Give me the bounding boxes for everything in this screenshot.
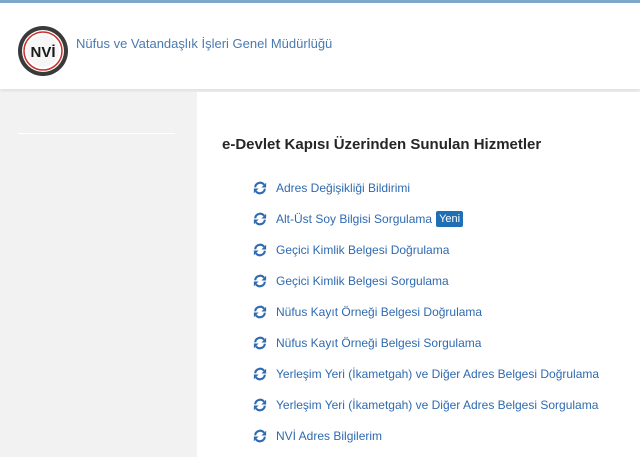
service-list: Adres Değişikliği Bildirimi Alt-Üst Soy …	[253, 172, 599, 451]
service-link-yerlesim-yeri-sorgulama[interactable]: Yerleşim Yeri (İkametgah) ve Diğer Adres…	[253, 389, 599, 420]
sidebar-divider	[18, 133, 175, 134]
main-content: e-Devlet Kapısı Üzerinden Sunulan Hizmet…	[197, 92, 640, 457]
org-title[interactable]: Nüfus ve Vatandaşlık İşleri Genel Müdürl…	[76, 36, 332, 51]
service-label: NVİ Adres Bilgilerim	[276, 428, 383, 443]
new-badge: Yeni	[436, 210, 464, 227]
service-link-gecici-kimlik-sorgulama[interactable]: Geçici Kimlik Belgesi Sorgulama	[253, 265, 599, 296]
refresh-icon	[253, 367, 267, 380]
service-label: Nüfus Kayıt Örneği Belgesi Sorgulama	[276, 335, 482, 350]
refresh-icon	[253, 305, 267, 318]
service-link-nvi-adres-bilgilerim[interactable]: NVİ Adres Bilgilerim	[253, 420, 599, 451]
service-label: Adres Değişikliği Bildirimi	[276, 180, 411, 195]
service-label: Alt-Üst Soy Bilgisi Sorgulama	[276, 211, 433, 226]
svg-text:NVİ: NVİ	[30, 44, 55, 61]
page-header: NVİ Nüfus ve Vatandaşlık İşleri Genel Mü…	[0, 3, 640, 89]
refresh-icon	[253, 243, 267, 256]
service-link-alt-ust-soy[interactable]: Alt-Üst Soy Bilgisi Sorgulama Yeni	[253, 203, 599, 234]
service-label: Yerleşim Yeri (İkametgah) ve Diğer Adres…	[276, 366, 600, 381]
sidebar	[0, 92, 197, 457]
refresh-icon	[253, 429, 267, 442]
service-label: Geçici Kimlik Belgesi Doğrulama	[276, 242, 450, 257]
refresh-icon	[253, 336, 267, 349]
service-label: Yerleşim Yeri (İkametgah) ve Diğer Adres…	[276, 397, 599, 412]
refresh-icon	[253, 181, 267, 194]
nvi-logo-icon[interactable]: NVİ	[17, 25, 69, 77]
refresh-icon	[253, 398, 267, 411]
service-link-nufus-kayit-dogrulama[interactable]: Nüfus Kayıt Örneği Belgesi Doğrulama	[253, 296, 599, 327]
service-label: Nüfus Kayıt Örneği Belgesi Doğrulama	[276, 304, 483, 319]
service-link-gecici-kimlik-dogrulama[interactable]: Geçici Kimlik Belgesi Doğrulama	[253, 234, 599, 265]
service-label: Geçici Kimlik Belgesi Sorgulama	[276, 273, 449, 288]
refresh-icon	[253, 212, 267, 225]
service-link-yerlesim-yeri-dogrulama[interactable]: Yerleşim Yeri (İkametgah) ve Diğer Adres…	[253, 358, 599, 389]
service-link-adres-degisikligi[interactable]: Adres Değişikliği Bildirimi	[253, 172, 599, 203]
service-link-nufus-kayit-sorgulama[interactable]: Nüfus Kayıt Örneği Belgesi Sorgulama	[253, 327, 599, 358]
section-title: e-Devlet Kapısı Üzerinden Sunulan Hizmet…	[222, 136, 542, 153]
refresh-icon	[253, 274, 267, 287]
